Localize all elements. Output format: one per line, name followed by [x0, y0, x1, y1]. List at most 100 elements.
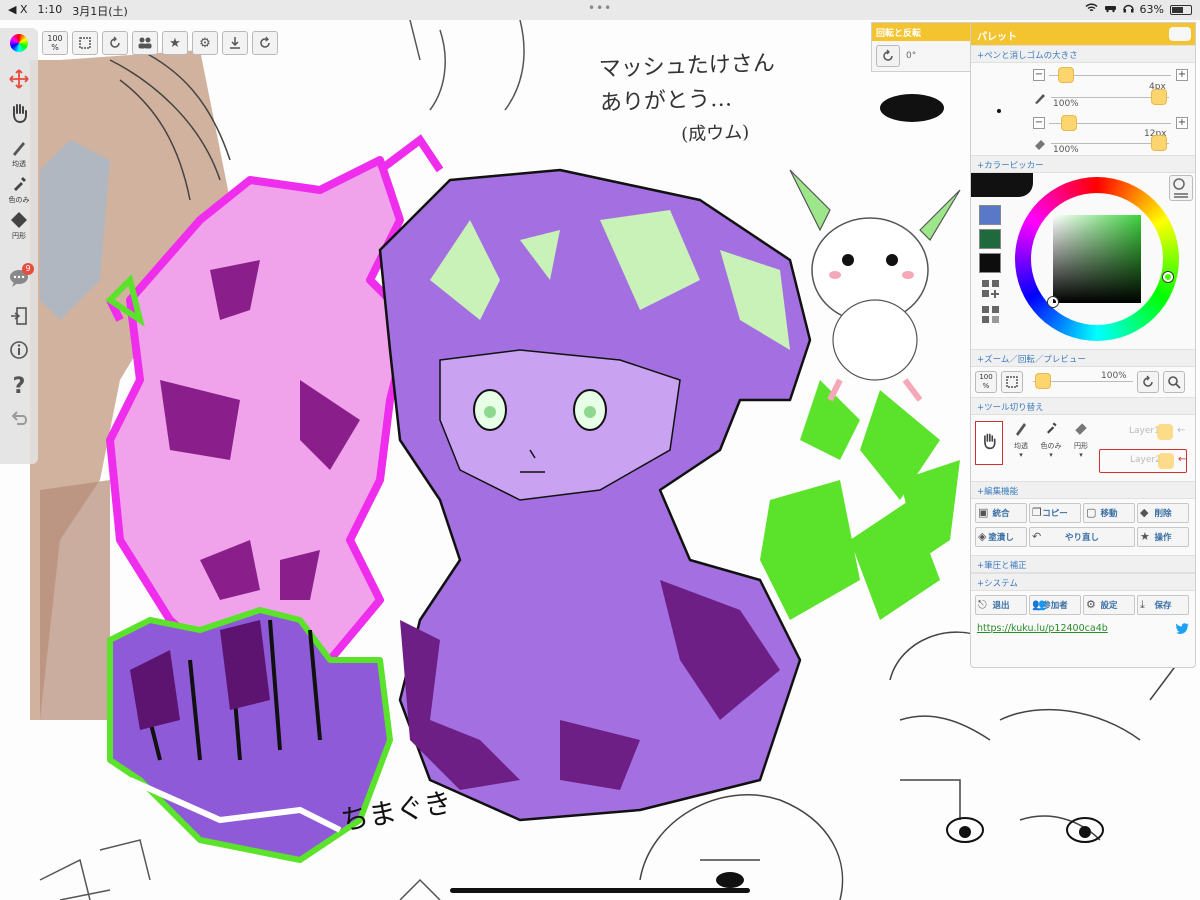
color-picker-section-header[interactable]: +カラーピッカー	[971, 155, 1195, 173]
participants-button[interactable]	[132, 31, 158, 55]
redo-button[interactable]	[252, 31, 278, 55]
fit-screen-button[interactable]	[72, 31, 98, 55]
pen-size-section-header[interactable]: +ペンと消しゴムの大きさ	[971, 45, 1195, 63]
pen-icon	[1016, 423, 1026, 436]
share-url-link[interactable]: https://kuku.lu/p12400ca4b	[977, 623, 1108, 634]
merge-button[interactable]: ▣ 統合	[975, 503, 1027, 523]
smudge-tool[interactable]: 均透	[0, 138, 38, 169]
color-swatch[interactable]	[979, 253, 1001, 273]
layer-2-row-selected[interactable]: Layer2 ←	[1099, 449, 1187, 473]
pen-size-slider[interactable]	[1058, 67, 1074, 83]
move-arrows-icon	[9, 69, 29, 89]
current-color-swatch[interactable]	[971, 173, 1033, 197]
shape-tool[interactable]: 円形 ▾	[1067, 419, 1095, 459]
system-section-header[interactable]: +システム	[971, 573, 1195, 591]
eraser-icon	[1075, 423, 1087, 435]
eraser-size-slider[interactable]	[1061, 115, 1077, 131]
twitter-icon[interactable]	[1176, 623, 1189, 637]
pen-opacity-slider[interactable]	[1151, 89, 1167, 105]
rotate-reset-button[interactable]	[1137, 371, 1159, 393]
delete-button[interactable]: ◆ 削除	[1137, 503, 1189, 523]
fill-button[interactable]: ◈ 塗潰し	[975, 527, 1027, 547]
layer-1-row[interactable]: Layer1 ←	[1099, 421, 1187, 445]
info-button[interactable]	[0, 340, 38, 360]
eraser-opacity-slider[interactable]	[1151, 135, 1167, 151]
dropdown-arrow-icon: ▾	[1019, 451, 1023, 459]
undo-button[interactable]	[0, 410, 38, 430]
hand-tool[interactable]	[0, 102, 38, 124]
color-wheel-tool[interactable]	[0, 34, 38, 52]
hue-marker[interactable]	[1163, 272, 1173, 282]
copy-button[interactable]: ❐ コピー	[1029, 503, 1081, 523]
help-button[interactable]: ?	[0, 374, 38, 399]
saturation-value-square[interactable]	[1053, 215, 1141, 303]
save-label: 保存	[1154, 601, 1172, 611]
settings-button[interactable]: ⚙ 設定	[1083, 595, 1135, 615]
move-tool[interactable]	[0, 68, 38, 90]
zoom-100-button[interactable]: 100 %	[975, 371, 997, 393]
exit-button[interactable]: ⎋ 退出	[975, 595, 1027, 615]
settings-button[interactable]: ⚙	[192, 31, 218, 55]
zoom-reset-button[interactable]: 100 %	[42, 31, 68, 55]
participants-button[interactable]: 👥 参加者	[1029, 595, 1081, 615]
home-indicator[interactable]	[450, 888, 750, 893]
star-icon: ★	[1140, 530, 1150, 543]
back-to-app[interactable]: ◀ X	[8, 3, 28, 19]
shape-tool[interactable]: 円形	[0, 210, 38, 241]
eraser-size-decrease[interactable]: −	[1033, 117, 1045, 129]
rotate-reset-button[interactable]	[102, 31, 128, 55]
exit-room-button[interactable]	[0, 306, 38, 326]
eraser-size-row: − + 12px 100%	[971, 109, 1195, 155]
settings-label: 設定	[1100, 601, 1118, 611]
layer-opacity-knob[interactable]	[1157, 424, 1173, 440]
save-button[interactable]: ⤓ 保存	[1137, 595, 1189, 615]
palette-toggle[interactable]	[1169, 27, 1191, 41]
multitask-dots[interactable]: •••	[588, 1, 612, 15]
color-swatch[interactable]	[979, 229, 1001, 249]
left-arrow-icon[interactable]: ←	[1178, 454, 1186, 465]
eyedropper-tool[interactable]: 色のみ	[0, 174, 38, 205]
smudge-tool[interactable]: 均透 ▾	[1007, 419, 1035, 459]
tool-label: 均透	[1014, 442, 1028, 450]
tool-switch-section-header[interactable]: +ツール切り替え	[971, 397, 1195, 415]
pen-size-increase[interactable]: +	[1176, 69, 1188, 81]
hand-icon	[13, 104, 27, 124]
battery-fill	[1172, 6, 1184, 13]
add-swatch-icon[interactable]	[981, 279, 1001, 299]
operate-button[interactable]: ★ 操作	[1137, 527, 1189, 547]
download-button[interactable]	[222, 31, 248, 55]
people-icon	[138, 37, 152, 49]
operate-label: 操作	[1154, 533, 1172, 543]
eyedropper-tool[interactable]: 色のみ ▾	[1037, 419, 1065, 459]
move-button[interactable]: ▢ 移動	[1083, 503, 1135, 523]
edit-section-header[interactable]: +編集機能	[971, 481, 1195, 499]
palette-header[interactable]: パレット	[971, 23, 1195, 45]
left-arrow-icon[interactable]: ←	[1177, 425, 1185, 436]
pressure-section-header[interactable]: +筆圧と補正	[971, 555, 1195, 573]
preview-button[interactable]	[1163, 371, 1185, 393]
copy-label: コピー	[1042, 509, 1068, 519]
delete-icon: ◆	[1140, 506, 1149, 519]
color-swatch[interactable]	[979, 205, 1001, 225]
status-bar: ◀ X 1:10 3月1日(土) ••• 63%	[0, 0, 1200, 20]
sv-marker[interactable]	[1048, 297, 1058, 307]
layer-opacity-knob[interactable]	[1158, 453, 1174, 469]
eyedropper-icon	[14, 177, 26, 191]
rotate-reset-button[interactable]	[876, 45, 900, 67]
exit-door-icon: ⎋	[978, 598, 987, 611]
pen-size-decrease[interactable]: −	[1033, 69, 1045, 81]
people-icon: 👥	[1032, 598, 1046, 611]
chat-badge: 9	[22, 263, 34, 275]
favorite-button[interactable]: ★	[162, 31, 188, 55]
merge-label: 統合	[992, 509, 1010, 519]
picker-mode-icon[interactable]	[1169, 175, 1193, 201]
fit-screen-button[interactable]	[1001, 371, 1023, 393]
redo-button[interactable]: ↶ やり直し	[1029, 527, 1135, 547]
eraser-size-increase[interactable]: +	[1176, 117, 1188, 129]
zoom-section-header[interactable]: +ズーム／回転／プレビュー	[971, 349, 1195, 367]
chat-button[interactable]: 9	[0, 263, 38, 288]
hue-wheel[interactable]	[1015, 177, 1179, 341]
swatch-manage-icon[interactable]	[981, 305, 1001, 325]
hand-tool-selected[interactable]	[975, 421, 1003, 465]
zoom-slider[interactable]	[1035, 373, 1051, 389]
